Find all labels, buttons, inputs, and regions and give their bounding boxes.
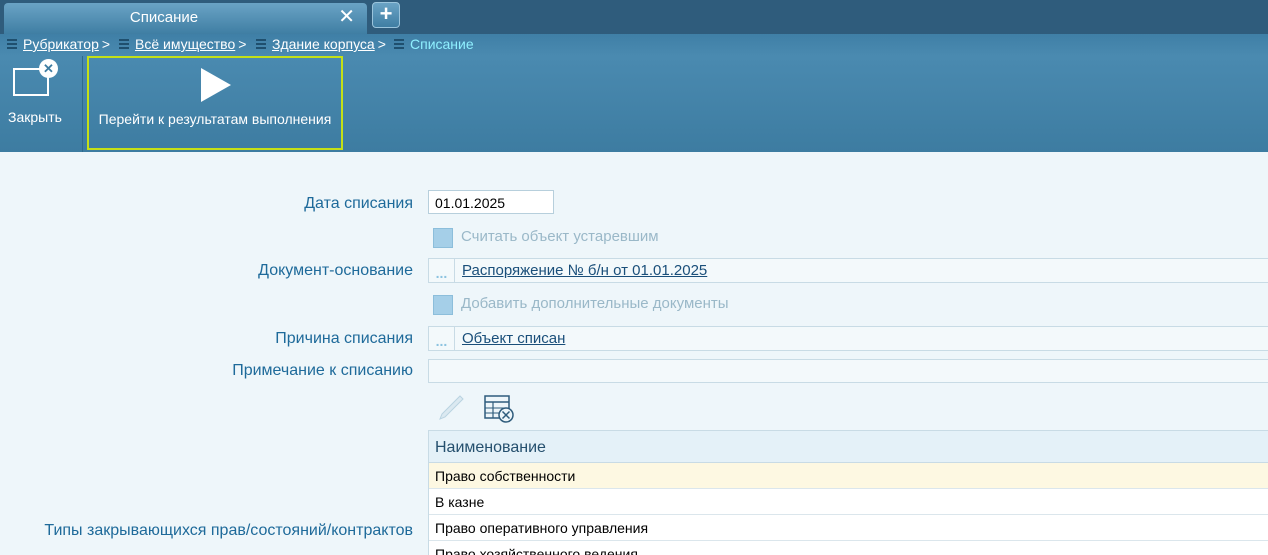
close-button[interactable]: ✕ Закрыть [0, 56, 83, 152]
table-row[interactable]: В казне [429, 489, 1268, 515]
breadcrumb-link-building[interactable]: Здание корпуса [272, 36, 375, 52]
breadcrumb-link-rubricator[interactable]: Рубрикатор [23, 36, 99, 52]
breadcrumb-item-rubricator: Рубрикатор > [7, 36, 110, 52]
breadcrumb-separator: > [377, 36, 386, 52]
toolbar: ✕ Закрыть Перейти к результатам выполнен… [0, 56, 1268, 152]
date-field[interactable]: 01.01.2025 [428, 190, 554, 214]
obsolete-checkbox-label: Считать объект устаревшим [461, 228, 659, 245]
note-label: Примечание к списанию [232, 362, 413, 379]
reason-field: ... Объект списан [428, 326, 1268, 351]
document-select-button[interactable]: ... [429, 259, 455, 282]
list-icon [394, 39, 404, 50]
document-field: ... Распоряжение № б/н от 01.01.2025 [428, 258, 1268, 283]
go-to-results-label: Перейти к результатам выполнения [98, 111, 332, 127]
breadcrumb-item-building: Здание корпуса > [256, 36, 386, 52]
rights-table: Наименование Право собственности В казне… [428, 430, 1268, 555]
table-row[interactable]: Право собственности [429, 463, 1268, 489]
table-row[interactable]: Право хозяйственного ведения [429, 541, 1268, 555]
close-icon: ✕ [39, 59, 58, 78]
column-header-name[interactable]: Наименование [429, 431, 1268, 463]
extra-docs-checkbox-label: Добавить дополнительные документы [461, 295, 729, 312]
extra-docs-checkbox[interactable] [433, 295, 453, 315]
breadcrumb: Рубрикатор > Всё имущество > Здание корпус… [0, 34, 1268, 56]
tab-bar: Списание ✕ + [0, 0, 1268, 34]
table-delete-icon[interactable] [483, 393, 515, 425]
breadcrumb-link-all-property[interactable]: Всё имущество [135, 36, 235, 52]
breadcrumb-item-current: Списание [394, 36, 474, 52]
date-label: Дата списания [304, 195, 413, 212]
document-label: Документ-основание [258, 262, 413, 279]
document-icon [119, 39, 129, 50]
rights-label: Типы закрывающихся прав/состояний/контра… [44, 522, 413, 539]
close-tab-icon[interactable]: ✕ [338, 7, 355, 27]
obsolete-checkbox[interactable] [433, 228, 453, 248]
reason-link[interactable]: Объект списан [462, 330, 565, 347]
reason-select-button[interactable]: ... [429, 327, 455, 350]
pencil-icon[interactable] [436, 393, 466, 423]
tab-active[interactable]: Списание ✕ [4, 3, 367, 34]
add-tab-button[interactable]: + [372, 2, 400, 28]
play-icon [201, 68, 231, 102]
note-field[interactable] [428, 359, 1268, 383]
table-row[interactable]: Право оперативного управления [429, 515, 1268, 541]
list-icon [7, 39, 17, 50]
breadcrumb-separator: > [238, 36, 247, 52]
breadcrumb-item-all-property: Всё имущество > [119, 36, 246, 52]
document-link[interactable]: Распоряжение № б/н от 01.01.2025 [462, 262, 707, 279]
building-icon [256, 39, 266, 50]
tab-title: Списание [129, 9, 199, 26]
breadcrumb-separator: > [101, 36, 111, 52]
close-button-label: Закрыть [8, 109, 62, 125]
breadcrumb-current: Списание [410, 36, 474, 52]
go-to-results-button[interactable]: Перейти к результатам выполнения [87, 56, 343, 150]
reason-label: Причина списания [275, 330, 413, 347]
